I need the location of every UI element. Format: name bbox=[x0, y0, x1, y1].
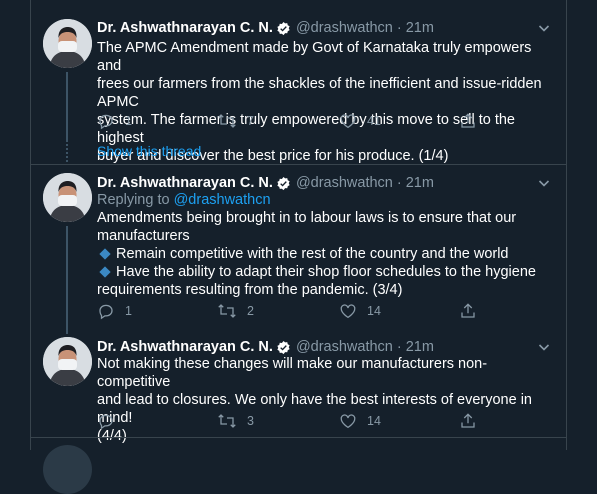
separator-dot: · bbox=[396, 175, 402, 191]
like-count: 14 bbox=[367, 304, 381, 318]
bullet-item: Have the ability to adapt their shop flo… bbox=[97, 263, 549, 281]
avatar-image bbox=[43, 337, 92, 386]
tweet-actions: 1 2 14 bbox=[97, 302, 517, 322]
timestamp[interactable]: 21m bbox=[406, 20, 434, 36]
replying-to-label: Replying to bbox=[97, 192, 170, 208]
reply-count: 1 bbox=[125, 114, 132, 128]
tweet-text-line: requirements resulting from the pandemic… bbox=[97, 282, 403, 298]
share-button[interactable] bbox=[459, 412, 477, 430]
verified-badge-icon bbox=[276, 21, 291, 36]
reply-icon bbox=[97, 302, 115, 320]
replying-to: Replying to @drashwathcn bbox=[97, 191, 549, 209]
bullet-text: Have the ability to adapt their shop flo… bbox=[116, 264, 536, 280]
retweet-count: 2 bbox=[247, 304, 254, 318]
retweet-button[interactable]: 3 bbox=[217, 412, 254, 430]
author-handle[interactable]: @drashwathcn bbox=[296, 20, 393, 36]
retweet-count: 7 bbox=[247, 114, 254, 128]
heart-icon bbox=[339, 302, 357, 320]
avatar[interactable] bbox=[43, 337, 92, 386]
tweet-actions: 1 7 41 bbox=[97, 112, 517, 132]
reply-icon bbox=[97, 112, 115, 130]
bullet-item: Remain competitive with the rest of the … bbox=[97, 245, 549, 263]
tweet-text-line: frees our farmers from the shackles of t… bbox=[97, 76, 542, 110]
mention-link[interactable]: @drashwathcn bbox=[174, 192, 271, 208]
avatar[interactable] bbox=[43, 19, 92, 68]
heart-icon bbox=[339, 112, 357, 130]
like-button[interactable]: 14 bbox=[339, 412, 381, 430]
like-count: 41 bbox=[367, 114, 381, 128]
retweet-icon bbox=[217, 112, 237, 130]
divider bbox=[31, 437, 566, 438]
share-button[interactable] bbox=[459, 302, 477, 320]
timestamp[interactable]: 21m bbox=[406, 339, 434, 355]
thread-connector bbox=[66, 226, 68, 334]
timestamp[interactable]: 21m bbox=[406, 175, 434, 191]
author-name[interactable]: Dr. Ashwathnarayan C. N. bbox=[97, 339, 273, 355]
retweet-button[interactable]: 7 bbox=[217, 112, 254, 130]
diamond-bullet-icon bbox=[99, 248, 111, 260]
share-icon bbox=[459, 412, 477, 430]
thread-connector bbox=[66, 140, 68, 162]
reply-count: 1 bbox=[125, 304, 132, 318]
like-count: 14 bbox=[367, 414, 381, 428]
avatar[interactable] bbox=[43, 173, 92, 222]
share-button[interactable] bbox=[459, 112, 477, 130]
like-button[interactable]: 14 bbox=[339, 302, 381, 320]
retweet-button[interactable]: 2 bbox=[217, 302, 254, 320]
tweet-header: Dr. Ashwathnarayan C. N. @drashwathcn · … bbox=[97, 18, 434, 38]
share-icon bbox=[459, 302, 477, 320]
verified-badge-icon bbox=[276, 176, 291, 191]
reply-button[interactable] bbox=[97, 412, 115, 430]
bullet-text: Remain competitive with the rest of the … bbox=[116, 246, 509, 262]
tweet-text-line: The APMC Amendment made by Govt of Karna… bbox=[97, 40, 532, 74]
reply-icon bbox=[97, 412, 115, 430]
tweet-2[interactable]: Dr. Ashwathnarayan C. N. @drashwathcn · … bbox=[31, 173, 566, 334]
tweet-header: Dr. Ashwathnarayan C. N. @drashwathcn · … bbox=[97, 173, 434, 193]
tweet-text-line: Not making these changes will make our m… bbox=[97, 356, 488, 390]
timeline: Dr. Ashwathnarayan C. N. @drashwathcn · … bbox=[30, 0, 567, 494]
avatar-image bbox=[43, 19, 92, 68]
like-button[interactable]: 41 bbox=[339, 112, 381, 130]
author-name[interactable]: Dr. Ashwathnarayan C. N. bbox=[97, 20, 273, 36]
thread-connector bbox=[66, 72, 68, 142]
tweet-actions: 3 14 bbox=[97, 412, 517, 432]
tweet-text-line: Amendments being brought in to labour la… bbox=[97, 210, 517, 226]
chevron-down-icon[interactable] bbox=[536, 339, 552, 355]
avatar[interactable] bbox=[43, 445, 92, 494]
retweet-icon bbox=[217, 412, 237, 430]
reply-button[interactable]: 1 bbox=[97, 302, 132, 320]
tweet-3[interactable]: Dr. Ashwathnarayan C. N. @drashwathcn · … bbox=[31, 337, 566, 444]
retweet-icon bbox=[217, 302, 237, 320]
reply-button[interactable]: 1 bbox=[97, 112, 132, 130]
show-thread-link[interactable]: Show this thread bbox=[97, 143, 201, 159]
separator-dot: · bbox=[396, 339, 402, 355]
heart-icon bbox=[339, 412, 357, 430]
tweet-text-line: manufacturers bbox=[97, 228, 190, 244]
tweet-text: Replying to @drashwathcn Amendments bein… bbox=[97, 191, 549, 299]
author-handle[interactable]: @drashwathcn bbox=[296, 339, 393, 355]
divider bbox=[31, 164, 566, 165]
chevron-down-icon[interactable] bbox=[536, 175, 552, 191]
author-handle[interactable]: @drashwathcn bbox=[296, 175, 393, 191]
retweet-count: 3 bbox=[247, 414, 254, 428]
tweet-header: Dr. Ashwathnarayan C. N. @drashwathcn · … bbox=[97, 337, 434, 357]
chevron-down-icon[interactable] bbox=[536, 20, 552, 36]
share-icon bbox=[459, 112, 477, 130]
diamond-bullet-icon bbox=[99, 266, 111, 278]
author-name[interactable]: Dr. Ashwathnarayan C. N. bbox=[97, 175, 273, 191]
avatar-image bbox=[43, 173, 92, 222]
verified-badge-icon bbox=[276, 340, 291, 355]
separator-dot: · bbox=[396, 20, 402, 36]
